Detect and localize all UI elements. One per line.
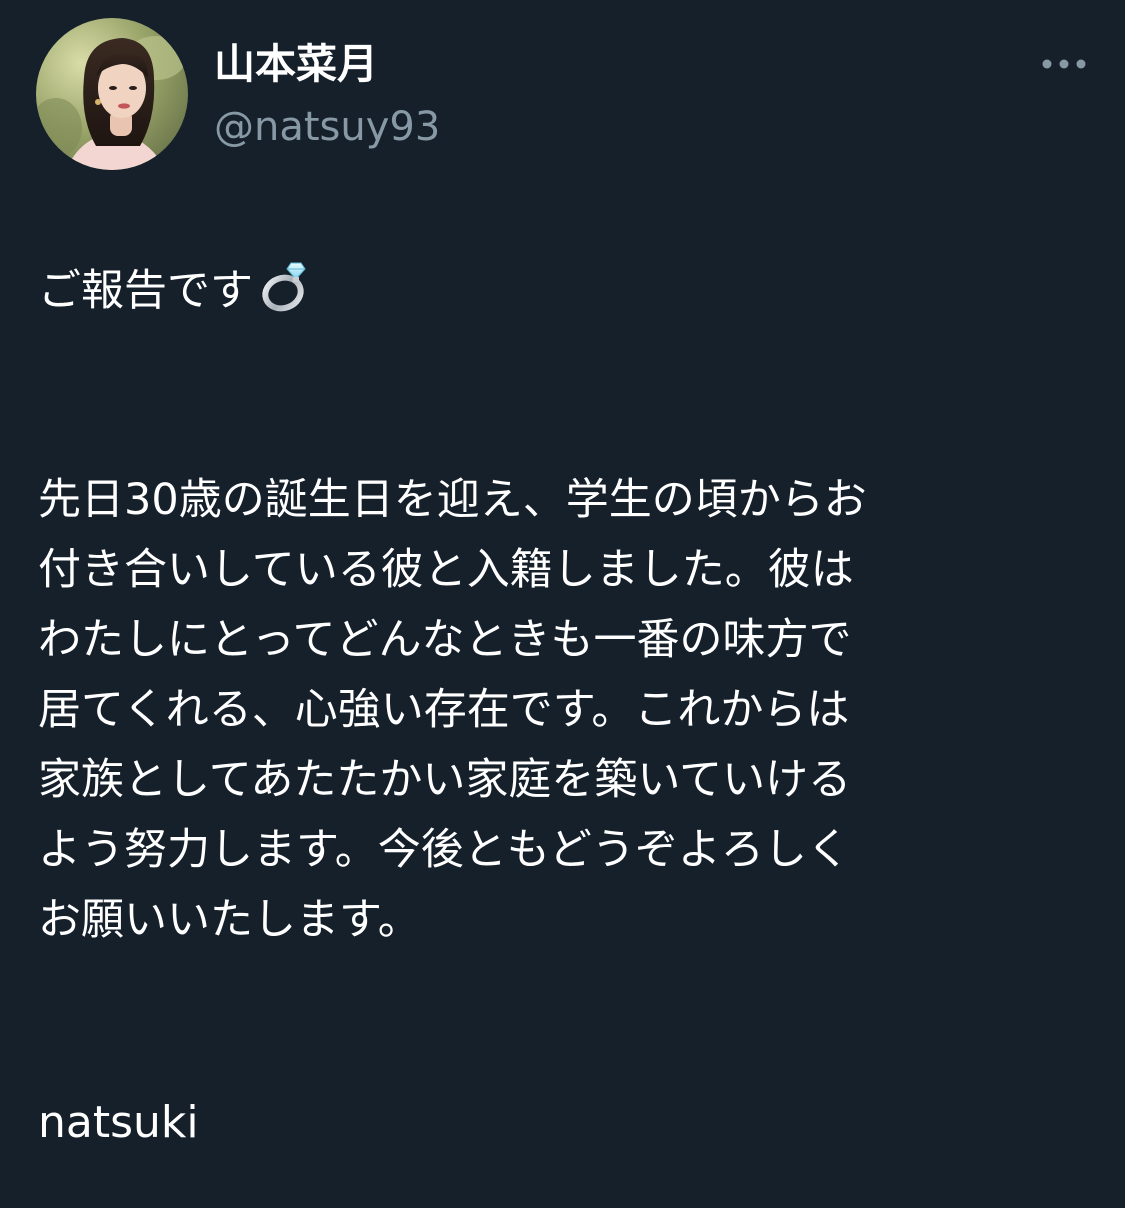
tweet-body-line: よう努力します。今後ともどうぞよろしく [38, 825, 850, 875]
tweet-card: 山本菜月 @natsuy93 ご報告です 先日30歳の誕生日を迎え、学生の頃から… [0, 0, 1125, 1208]
tweet-text: ご報告です 先日30歳の誕生日を迎え、学生の頃からお 付き合いしている彼と入籍し… [38, 255, 1088, 955]
display-name[interactable]: 山本菜月 [214, 38, 378, 90]
more-horizontal-icon[interactable] [1034, 44, 1094, 84]
tweet-body-line: 付き合いしている彼と入籍しました。彼は [38, 545, 854, 595]
tweet-signature: natsuki [38, 1097, 199, 1148]
tweet-body-line: 家族としてあたたかい家庭を築いていける [38, 755, 852, 805]
username-handle[interactable]: @natsuy93 [214, 101, 440, 153]
tweet-body-line: 先日30歳の誕生日を迎え、学生の頃からお [38, 475, 867, 525]
tweet-headline-line: ご報告です [38, 255, 1088, 325]
tweet-body-line: わたしにとってどんなときも一番の味方で [38, 615, 852, 665]
tweet-body-line: お願いいたします。 [38, 895, 421, 945]
ring-icon [255, 255, 315, 315]
tweet-body-line: 居てくれる、心強い存在です。これからは [38, 685, 850, 735]
avatar[interactable] [36, 18, 188, 170]
tweet-headline: ご報告です [38, 266, 253, 316]
